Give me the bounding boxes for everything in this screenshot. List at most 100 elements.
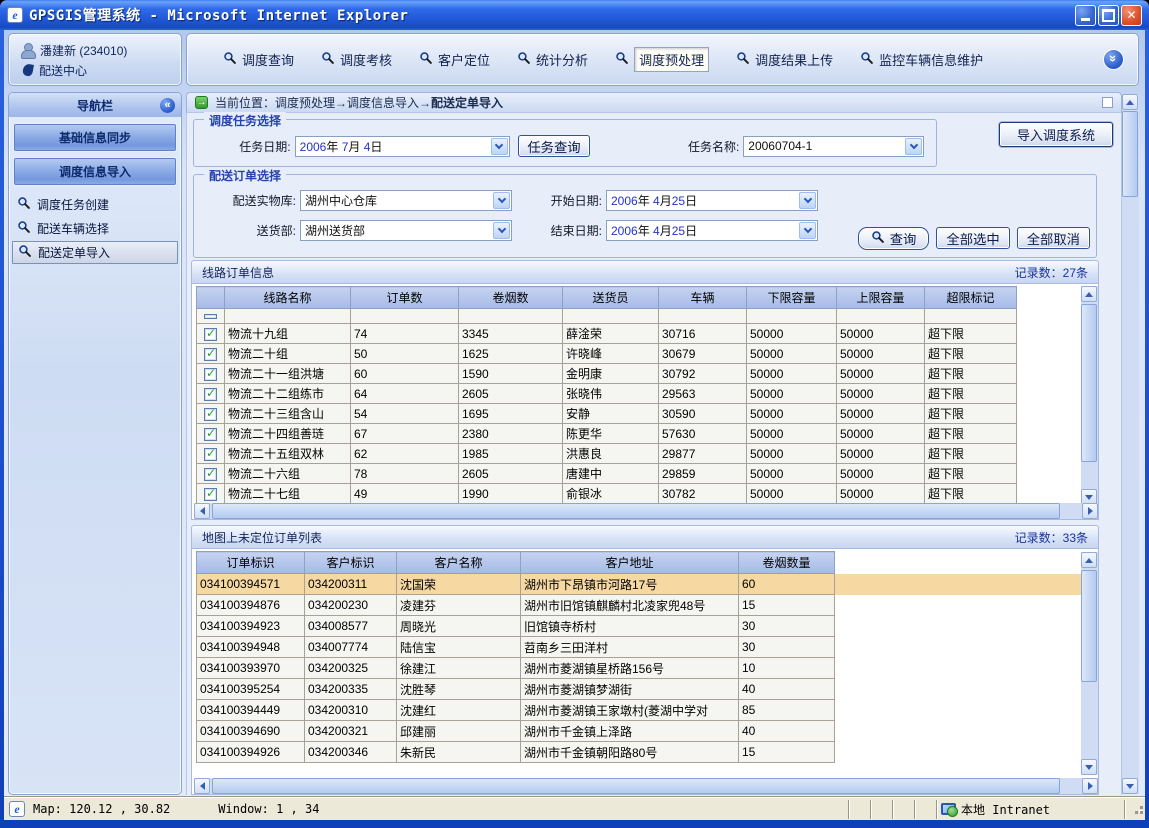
sidebar-item[interactable]: 调度任务创建 bbox=[12, 193, 178, 216]
toolbar-item[interactable]: 客户定位 bbox=[419, 50, 490, 69]
dropdown-arrow-icon[interactable] bbox=[905, 138, 922, 155]
start-date-combobox[interactable]: 2006年 4月25日 bbox=[606, 190, 818, 211]
end-date-combobox[interactable]: 2006年 4月25日 bbox=[606, 220, 818, 241]
geo-row[interactable]: 034100394876034200230凌建芬湖州市旧馆镇麒麟村北凌家兜48号… bbox=[197, 595, 1081, 616]
toolbar-item[interactable]: 统计分析 bbox=[517, 50, 588, 69]
scroll-left-button[interactable] bbox=[194, 503, 210, 519]
maximize-button[interactable] bbox=[1098, 5, 1119, 26]
row-checkbox[interactable] bbox=[204, 448, 217, 461]
filler-cell bbox=[835, 595, 1081, 616]
geo-row[interactable]: 034100394690034200321邱建丽湖州市千金镇上泽路40 bbox=[197, 721, 1081, 742]
dropdown-arrow-icon[interactable] bbox=[491, 138, 508, 155]
filler-cell bbox=[1017, 364, 1081, 384]
route-row[interactable]: 物流二十六组782605唐建中298595000050000超下限 bbox=[197, 464, 1081, 484]
window-title: GPSGIS管理系统 - Microsoft Internet Explorer bbox=[29, 5, 1075, 25]
scroll-down-button[interactable] bbox=[1081, 759, 1097, 775]
dropdown-arrow-icon[interactable] bbox=[799, 192, 816, 209]
row-checkbox[interactable] bbox=[204, 488, 217, 501]
scroll-up-button[interactable] bbox=[1081, 552, 1097, 568]
warehouse-combobox[interactable]: 湖州中心仓库 bbox=[300, 190, 512, 211]
toolbar-item[interactable]: 调度预处理 bbox=[615, 47, 709, 72]
toolbar-item[interactable]: 调度结果上传 bbox=[736, 50, 833, 69]
row-checkbox[interactable] bbox=[204, 408, 217, 421]
column-header: 客户标识 bbox=[305, 552, 397, 574]
scroll-right-button[interactable] bbox=[1082, 778, 1098, 794]
geo-row[interactable]: 034100394571034200311沈国荣湖州市下昂镇市河路17号60 bbox=[197, 574, 1081, 595]
row-checkbox[interactable] bbox=[204, 348, 217, 361]
cell: 薛淦荣 bbox=[563, 324, 659, 344]
filler-cell bbox=[1017, 464, 1081, 484]
route-row[interactable]: 物流二十组501625许晓峰306795000050000超下限 bbox=[197, 344, 1081, 364]
collapse-sidebar-icon[interactable] bbox=[160, 98, 175, 113]
magnifier-icon bbox=[860, 51, 874, 68]
geo-row[interactable]: 034100394948034007774陆信宝苕南乡三田洋村30 bbox=[197, 637, 1081, 658]
delivery-dept-combobox[interactable]: 湖州送货部 bbox=[300, 220, 512, 241]
warehouse-value: 湖州中心仓库 bbox=[301, 192, 493, 209]
resize-grip[interactable] bbox=[1131, 802, 1145, 816]
collapse-panel-button[interactable] bbox=[1102, 97, 1113, 108]
sidebar-item[interactable]: 配送定单导入 bbox=[12, 241, 178, 264]
scrollbar-thumb[interactable] bbox=[212, 778, 1060, 794]
select-all-button[interactable]: 全部选中 bbox=[936, 227, 1009, 249]
route-row[interactable]: 物流二十四组善琏672380陈更华576305000050000超下限 bbox=[197, 424, 1081, 444]
geo-row[interactable]: 034100394449034200310沈建红湖州市菱湖镇王家墩村(菱湖中学对… bbox=[197, 700, 1081, 721]
task-query-button[interactable]: 任务查询 bbox=[518, 135, 590, 157]
toolbar-item[interactable]: 调度考核 bbox=[321, 50, 392, 69]
route-row[interactable]: 物流二十一组洪塘601590金明康307925000050000超下限 bbox=[197, 364, 1081, 384]
dropdown-arrow-icon[interactable] bbox=[493, 222, 510, 239]
toolbar-item[interactable]: 调度查询 bbox=[223, 50, 294, 69]
route-row[interactable]: 物流二十二组练市642605张晓伟295635000050000超下限 bbox=[197, 384, 1081, 404]
row-checkbox[interactable] bbox=[204, 328, 217, 341]
row-checkbox[interactable] bbox=[204, 368, 217, 381]
close-button[interactable] bbox=[1121, 5, 1142, 26]
cell: 29877 bbox=[659, 444, 747, 464]
dropdown-arrow-icon[interactable] bbox=[799, 222, 816, 239]
route-row[interactable]: 物流二十五组双林621985洪惠良298775000050000超下限 bbox=[197, 444, 1081, 464]
toolbar-item[interactable]: 监控车辆信息维护 bbox=[860, 50, 983, 69]
geo-row[interactable]: 034100395254034200335沈胜琴湖州市菱湖镇梦湖街40 bbox=[197, 679, 1081, 700]
geo-row[interactable]: 034100394923034008577周晓光旧馆镇寺桥村30 bbox=[197, 616, 1081, 637]
scroll-left-button[interactable] bbox=[194, 778, 210, 794]
sidebar-group-button[interactable]: 调度信息导入 bbox=[14, 158, 176, 185]
chevron-double-down-icon[interactable] bbox=[1103, 49, 1124, 70]
task-name-combobox[interactable]: 20060704-1 bbox=[743, 136, 924, 157]
scroll-right-button[interactable] bbox=[1082, 503, 1098, 519]
import-to-dispatch-button[interactable]: 导入调度系统 bbox=[999, 122, 1113, 147]
cell: 50000 bbox=[837, 444, 925, 464]
dropdown-arrow-icon[interactable] bbox=[493, 192, 510, 209]
scrollbar-thumb[interactable] bbox=[1081, 304, 1097, 462]
route-row[interactable]: 物流十九组743345薛淦荣307165000050000超下限 bbox=[197, 324, 1081, 344]
sidebar-group-button[interactable]: 基础信息同步 bbox=[14, 124, 176, 151]
scroll-up-button[interactable] bbox=[1081, 286, 1097, 302]
cell: 034200311 bbox=[305, 574, 397, 595]
row-checkbox[interactable] bbox=[204, 428, 217, 441]
cell: 30782 bbox=[659, 484, 747, 504]
scrollbar-thumb[interactable] bbox=[212, 503, 1060, 519]
geo-horizontal-scrollbar[interactable] bbox=[194, 778, 1098, 794]
scrollbar-thumb[interactable] bbox=[1081, 570, 1097, 682]
main-vertical-scrollbar[interactable] bbox=[1122, 94, 1139, 794]
sidebar-item[interactable]: 配送车辆选择 bbox=[12, 217, 178, 240]
row-checkbox[interactable] bbox=[204, 468, 217, 481]
scrollbar-thumb[interactable] bbox=[1122, 111, 1138, 197]
route-row[interactable]: 物流二十七组491990俞银冰307825000050000超下限 bbox=[197, 484, 1081, 504]
cell: 1985 bbox=[459, 444, 563, 464]
scroll-down-button[interactable] bbox=[1122, 778, 1138, 794]
route-vertical-scrollbar[interactable] bbox=[1081, 286, 1098, 505]
route-row[interactable]: 物流二十三组含山541695安静305905000050000超下限 bbox=[197, 404, 1081, 424]
clear-all-button[interactable]: 全部取消 bbox=[1017, 227, 1090, 249]
geo-row[interactable]: 034100393970034200325徐建江湖州市菱湖镇星桥路156号10 bbox=[197, 658, 1081, 679]
column-header: 线路名称 bbox=[225, 287, 351, 309]
route-horizontal-scrollbar[interactable] bbox=[194, 503, 1098, 519]
cell: 034007774 bbox=[305, 637, 397, 658]
query-button[interactable]: 查询 bbox=[858, 227, 930, 250]
task-date-combobox[interactable]: 2006年 7月 4日 bbox=[295, 136, 510, 157]
row-checkbox[interactable] bbox=[204, 388, 217, 401]
geo-vertical-scrollbar[interactable] bbox=[1081, 552, 1098, 775]
geo-row[interactable]: 034100394926034200346朱新民湖州市千金镇朝阳路80号15 bbox=[197, 742, 1081, 763]
cell: 湖州市菱湖镇梦湖街 bbox=[521, 679, 739, 700]
minimize-button[interactable] bbox=[1075, 5, 1096, 26]
scroll-up-button[interactable] bbox=[1122, 94, 1138, 110]
content-area: 调度任务选择 任务日期: 2006年 7月 4日 任务查询 任务名称: 2006… bbox=[186, 113, 1122, 795]
cell: 1695 bbox=[459, 404, 563, 424]
